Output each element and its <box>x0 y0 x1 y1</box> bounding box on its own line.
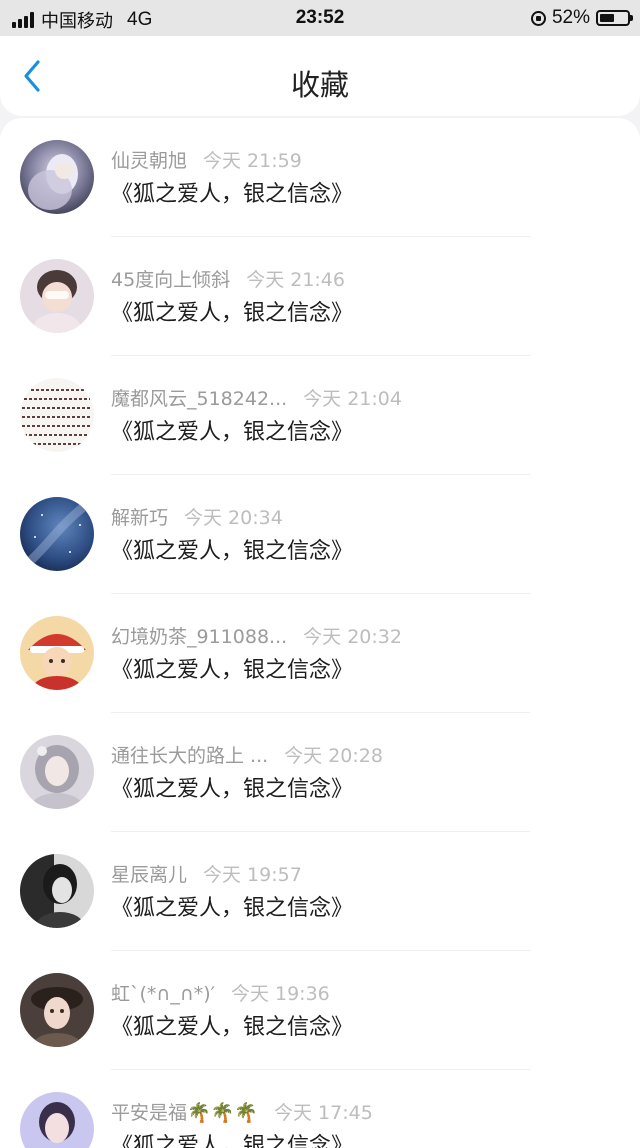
avatar <box>20 259 94 333</box>
page-title: 收藏 <box>290 68 349 102</box>
item-title: 《狐之爱人，银之信念》 <box>111 182 354 207</box>
item-title: 《狐之爱人，银之信念》 <box>111 301 354 326</box>
timestamp: 今天 17:45 <box>273 1102 373 1124</box>
item-meta: 幻境奶茶_911088... 今天 20:32 <box>111 622 402 649</box>
username: 解新巧 <box>111 507 169 529</box>
status-right: 52% <box>530 7 633 29</box>
list-item[interactable]: 45度向上倾斜 今天 21:46 《狐之爱人，银之信念》 <box>0 237 640 356</box>
list-item[interactable]: 通往长大的路上 ... 今天 20:28 《狐之爱人，银之信念》 <box>0 713 640 832</box>
item-title: 《狐之爱人，银之信念》 <box>111 1134 354 1148</box>
battery-percent: 52% <box>551 7 590 28</box>
back-button[interactable] <box>18 58 52 94</box>
timestamp: 今天 21:46 <box>246 269 345 291</box>
item-meta: 45度向上倾斜 今天 21:46 <box>111 265 345 292</box>
avatar <box>20 735 94 809</box>
item-meta: 仙灵朝旭 今天 21:59 <box>111 146 302 173</box>
list-item[interactable]: 虹`(*∩_∩*)′ 今天 19:36 《狐之爱人，银之信念》 <box>0 951 640 1070</box>
chevron-left-icon <box>24 60 40 92</box>
timestamp: 今天 21:04 <box>303 388 402 410</box>
list-item[interactable]: 解新巧 今天 20:34 《狐之爱人，银之信念》 <box>0 475 640 594</box>
timestamp: 今天 19:36 <box>230 983 330 1005</box>
battery-fill <box>600 14 614 22</box>
avatar <box>20 497 94 571</box>
list-item[interactable]: 平安是福🌴🌴🌴 今天 17:45 《狐之爱人，银之信念》 <box>0 1070 640 1148</box>
username: 45度向上倾斜 <box>111 269 231 291</box>
avatar <box>20 973 94 1047</box>
item-meta: 魔都风云_518242... 今天 21:04 <box>111 384 402 411</box>
item-meta: 平安是福🌴🌴🌴 今天 17:45 <box>111 1098 373 1125</box>
username: 通往长大的路上 ... <box>111 745 269 767</box>
rotation-lock-icon <box>530 10 546 26</box>
item-title: 《狐之爱人，银之信念》 <box>111 896 354 921</box>
username: 星辰离儿 <box>111 864 188 886</box>
username: 虹`(*∩_∩*)′ <box>111 983 215 1005</box>
item-title: 《狐之爱人，银之信念》 <box>111 777 354 802</box>
item-title: 《狐之爱人，银之信念》 <box>111 539 354 564</box>
item-title: 《狐之爱人，银之信念》 <box>111 420 354 445</box>
item-meta: 解新巧 今天 20:34 <box>111 503 283 530</box>
list-item[interactable]: 仙灵朝旭 今天 21:59 《狐之爱人，银之信念》 <box>0 118 640 237</box>
battery-icon <box>596 10 633 26</box>
timestamp: 今天 20:28 <box>284 745 383 767</box>
timestamp: 今天 20:32 <box>303 626 402 648</box>
list-item[interactable]: 星辰离儿 今天 19:57 《狐之爱人，银之信念》 <box>0 832 640 951</box>
timestamp: 今天 21:59 <box>203 150 302 172</box>
avatar <box>20 616 94 690</box>
nav-bar: 收藏 <box>0 36 640 116</box>
favorites-list: 仙灵朝旭 今天 21:59 《狐之爱人，银之信念》 45度向上倾斜 今天 21:46… <box>0 118 640 1148</box>
timestamp: 今天 20:34 <box>184 507 283 529</box>
item-meta: 虹`(*∩_∩*)′ 今天 19:36 <box>111 979 330 1006</box>
username: 仙灵朝旭 <box>111 150 188 172</box>
username: 平安是福🌴🌴🌴 <box>111 1102 258 1124</box>
username: 幻境奶茶_911088... <box>111 626 288 648</box>
item-title: 《狐之爱人，银之信念》 <box>111 1015 354 1040</box>
item-title: 《狐之爱人，银之信念》 <box>111 658 354 683</box>
username: 魔都风云_518242... <box>111 388 288 410</box>
item-meta: 星辰离儿 今天 19:57 <box>111 860 302 887</box>
avatar <box>20 140 94 214</box>
avatar <box>20 378 94 452</box>
timestamp: 今天 19:57 <box>203 864 302 886</box>
avatar <box>20 854 94 928</box>
avatar <box>20 1092 94 1148</box>
status-bar: 中国移动 4G 23:52 52% <box>0 0 640 36</box>
list-item[interactable]: 魔都风云_518242... 今天 21:04 《狐之爱人，银之信念》 <box>0 356 640 475</box>
list-item[interactable]: 幻境奶茶_911088... 今天 20:32 《狐之爱人，银之信念》 <box>0 594 640 713</box>
item-meta: 通往长大的路上 ... 今天 20:28 <box>111 741 383 768</box>
